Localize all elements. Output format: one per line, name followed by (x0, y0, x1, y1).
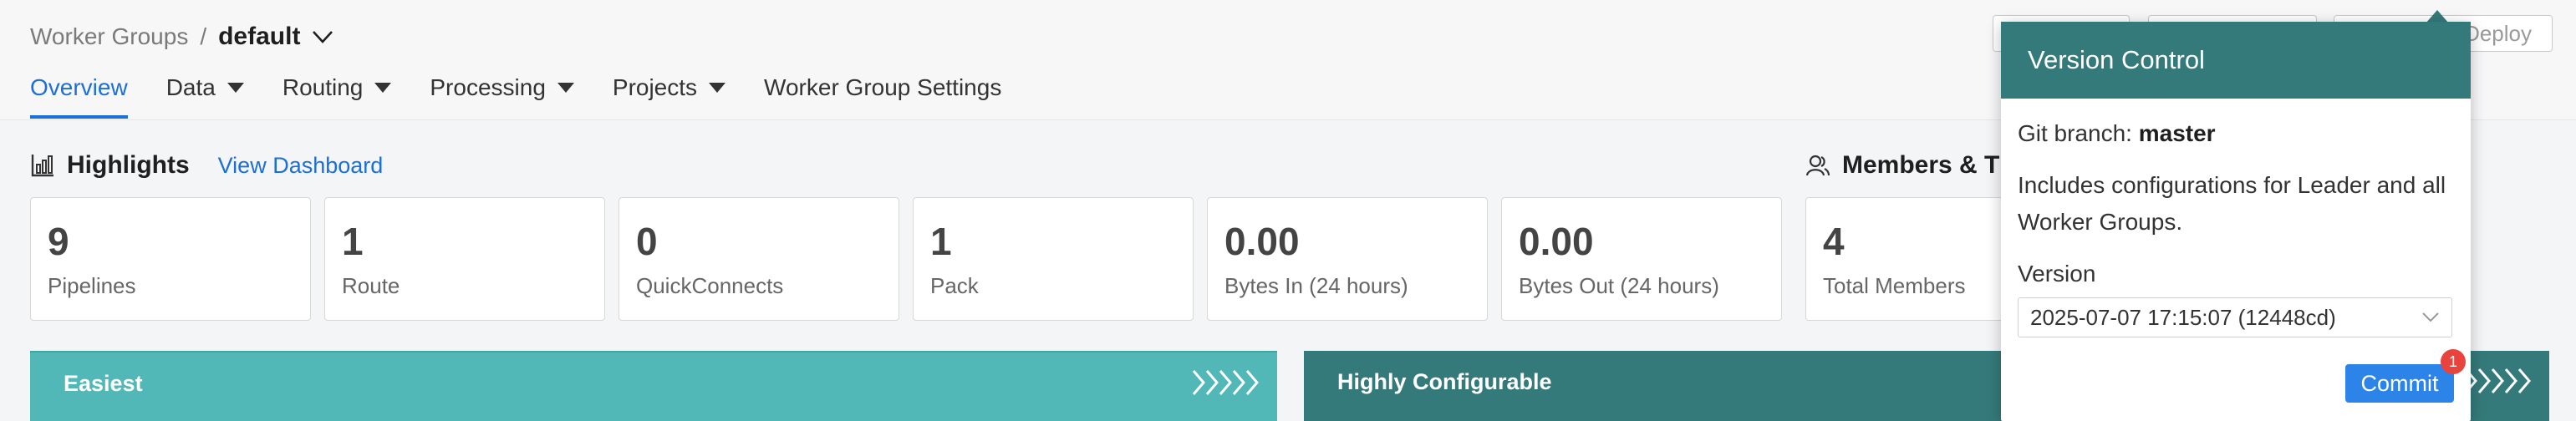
stat-card-pipelines[interactable]: 9 Pipelines (30, 197, 311, 321)
tab-worker-group-settings[interactable]: Worker Group Settings (764, 67, 1001, 109)
tab-label: Processing (430, 74, 546, 100)
tab-label: Projects (612, 74, 698, 100)
tab-routing[interactable]: Routing (283, 67, 392, 109)
tab-label: Worker Group Settings (764, 74, 1002, 100)
breadcrumb: Worker Groups / default (30, 18, 333, 55)
tab-data[interactable]: Data (166, 67, 244, 109)
caret-down-icon (709, 83, 726, 93)
breadcrumb-current-group[interactable]: default (218, 23, 300, 51)
commit-count-badge: 1 (2441, 349, 2466, 374)
tab-label: Data (165, 74, 216, 100)
chevrons-right-icon (2464, 368, 2531, 393)
tab-projects[interactable]: Projects (612, 67, 726, 109)
git-branch-value: master (2138, 120, 2216, 146)
deploy-label: Deploy (2464, 20, 2532, 46)
stat-label: Pack (930, 273, 979, 298)
git-branch-line: Git branch: master (2018, 120, 2454, 147)
stat-card-route[interactable]: 1 Route (324, 197, 605, 321)
caret-down-icon (227, 83, 244, 93)
breadcrumb-separator: / (200, 23, 207, 49)
version-select-value: 2025-07-07 17:15:07 (12448cd) (2030, 304, 2336, 330)
stat-card-pack[interactable]: 1 Pack (913, 197, 1194, 321)
tab-label: Routing (282, 74, 364, 100)
stat-card-quickconnects[interactable]: 0 QuickConnects (619, 197, 899, 321)
commit-label: Commit (2360, 370, 2439, 396)
chevron-down-icon[interactable] (312, 29, 333, 44)
version-control-popover: Version Control Git branch: master Inclu… (2001, 22, 2471, 421)
tab-overview[interactable]: Overview (30, 67, 128, 119)
stat-label: Bytes In (24 hours) (1224, 273, 1408, 298)
caret-down-icon (557, 83, 574, 93)
tab-processing[interactable]: Processing (430, 67, 574, 109)
stat-label: Bytes Out (24 hours) (1519, 273, 1719, 298)
popover-body: Git branch: master Includes configuratio… (2001, 120, 2471, 337)
banner-title: Easiest (64, 371, 143, 396)
stat-value: 9 (48, 220, 69, 263)
users-icon (1805, 155, 1830, 176)
stat-label: QuickConnects (636, 273, 784, 298)
breadcrumb-worker-groups[interactable]: Worker Groups (30, 23, 188, 50)
commit-button[interactable]: Commit (2345, 364, 2454, 403)
stat-card-bytes-in[interactable]: 0.00 Bytes In (24 hours) (1207, 197, 1488, 321)
stat-value: 1 (930, 220, 952, 263)
members-heading: Members & T (1805, 149, 1999, 182)
chevron-down-icon (2422, 312, 2439, 322)
stat-value: 1 (342, 220, 364, 263)
popover-header: Version Control (2001, 22, 2471, 99)
version-select[interactable]: 2025-07-07 17:15:07 (12448cd) (2018, 297, 2452, 337)
stat-label: Pipelines (48, 273, 136, 298)
stat-value: 0.00 (1519, 220, 1594, 263)
banner-easiest: Easiest (30, 351, 1277, 421)
chevrons-right-icon (1192, 370, 1259, 395)
members-title: Members & T (1842, 151, 2000, 179)
stat-value: 0 (636, 220, 658, 263)
version-label: Version (2018, 261, 2096, 287)
stat-value: 0.00 (1224, 220, 1300, 263)
popover-description: Includes configurations for Leader and a… (2018, 172, 2446, 235)
tab-bar: Overview Data Routing Processing Project… (30, 67, 1040, 120)
view-dashboard-link[interactable]: View Dashboard (218, 153, 384, 179)
caret-down-icon (374, 83, 392, 93)
tab-label: Overview (30, 74, 128, 100)
git-branch-label: Git branch: (2018, 120, 2132, 146)
banner-title: Highly Configurable (1337, 369, 1552, 394)
stat-label: Route (342, 273, 400, 298)
chart-icon (31, 155, 53, 177)
highlights-title: Highlights (67, 151, 190, 179)
popover-title: Version Control (2028, 45, 2205, 74)
highlights-heading: Highlights View Dashboard (30, 149, 383, 182)
stat-card-bytes-out[interactable]: 0.00 Bytes Out (24 hours) (1501, 197, 1782, 321)
